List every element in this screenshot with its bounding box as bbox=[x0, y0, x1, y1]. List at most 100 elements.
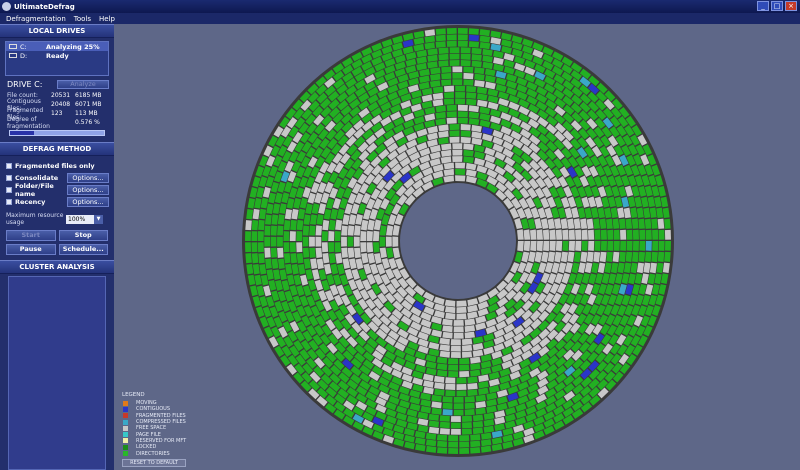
cluster-block bbox=[651, 218, 658, 229]
cluster-block bbox=[458, 117, 469, 124]
cluster-block bbox=[599, 251, 607, 263]
cluster-block bbox=[542, 229, 550, 240]
cluster-block bbox=[459, 435, 470, 442]
progress-fill bbox=[10, 131, 34, 135]
stop-button[interactable]: Stop bbox=[58, 230, 108, 241]
cluster-block bbox=[296, 219, 304, 231]
cluster-block bbox=[264, 214, 272, 225]
cluster-block bbox=[458, 28, 468, 35]
drive-icon bbox=[9, 44, 17, 49]
cluster-block bbox=[245, 242, 252, 253]
cluster-block bbox=[449, 47, 460, 54]
start-button[interactable]: Start bbox=[6, 230, 56, 241]
fragmented-only-row[interactable]: Fragmented files only bbox=[6, 160, 114, 172]
cluster-block bbox=[448, 447, 458, 454]
cluster-block bbox=[245, 231, 252, 241]
cluster-block bbox=[445, 377, 456, 384]
drive-label: DRIVE C: bbox=[7, 80, 43, 89]
cluster-analysis-title: CLUSTER ANALYSIS bbox=[0, 260, 114, 274]
pause-button[interactable]: Pause bbox=[6, 244, 56, 255]
cluster-block bbox=[431, 407, 442, 415]
recency-options-button[interactable]: Options... bbox=[67, 197, 109, 207]
cluster-block bbox=[466, 98, 477, 106]
cluster-block bbox=[467, 382, 478, 390]
app-icon bbox=[2, 2, 11, 11]
disk-cluster-map[interactable] bbox=[114, 24, 800, 470]
folder-file-name-options-button[interactable]: Options... bbox=[67, 185, 109, 195]
cluster-block bbox=[575, 229, 582, 240]
cluster-block bbox=[270, 247, 278, 258]
cluster-block bbox=[664, 241, 671, 251]
cluster-block bbox=[289, 231, 296, 241]
recency-radio[interactable] bbox=[6, 199, 12, 205]
drive-item-d[interactable]: D: Ready bbox=[6, 51, 108, 60]
cluster-block bbox=[459, 441, 470, 448]
cluster-block bbox=[446, 40, 457, 47]
cluster-block bbox=[446, 34, 457, 41]
cluster-block bbox=[251, 242, 258, 253]
cluster-block bbox=[366, 242, 374, 253]
cluster-block bbox=[619, 251, 626, 263]
cluster-block bbox=[446, 104, 457, 112]
reset-to-default-button[interactable]: RESET TO DEFAULT bbox=[122, 459, 186, 467]
cluster-block bbox=[626, 241, 633, 251]
cluster-block bbox=[438, 47, 449, 54]
cluster-block bbox=[517, 229, 524, 240]
maximize-button[interactable]: □ bbox=[771, 1, 783, 11]
cluster-block bbox=[439, 344, 450, 352]
resource-usage-select[interactable]: 100% ▼ bbox=[66, 214, 103, 224]
analyze-button[interactable]: Analyze bbox=[57, 80, 109, 89]
cluster-block bbox=[462, 422, 473, 429]
cluster-block bbox=[549, 241, 556, 251]
cluster-block bbox=[450, 351, 461, 358]
cluster-block bbox=[632, 241, 639, 251]
consolidate-radio[interactable] bbox=[6, 175, 12, 181]
fragmented-only-checkbox[interactable] bbox=[6, 163, 12, 169]
cluster-block bbox=[449, 124, 460, 131]
cluster-block bbox=[460, 47, 471, 54]
cluster-block bbox=[664, 229, 671, 240]
cluster-block bbox=[631, 218, 639, 229]
cluster-block bbox=[443, 92, 454, 99]
folder-file-name-radio[interactable] bbox=[6, 187, 12, 193]
cluster-block bbox=[466, 85, 477, 93]
method-folder-file-name-row[interactable]: Folder/File name Options... bbox=[6, 182, 114, 198]
menu-defragmentation[interactable]: Defragmentation bbox=[6, 15, 66, 23]
drive-status: Ready bbox=[46, 51, 69, 60]
menu-tools[interactable]: Tools bbox=[74, 15, 91, 23]
method-recency-row[interactable]: Recency Options... bbox=[6, 196, 114, 208]
cluster-block bbox=[464, 409, 475, 416]
cluster-block bbox=[439, 428, 450, 435]
cluster-block bbox=[452, 79, 463, 86]
legend-label: PAGE FILE bbox=[136, 431, 161, 438]
cluster-block bbox=[460, 124, 471, 131]
cluster-block bbox=[283, 220, 291, 231]
cluster-block bbox=[644, 218, 652, 229]
cluster-block bbox=[462, 428, 472, 435]
cluster-block bbox=[360, 242, 367, 253]
cluster-block bbox=[625, 251, 633, 262]
cluster-block bbox=[555, 241, 563, 252]
cluster-block bbox=[449, 136, 460, 143]
cluster-block bbox=[334, 242, 341, 253]
cluster-block bbox=[468, 41, 480, 48]
cluster-block bbox=[461, 351, 473, 358]
consolidate-options-button[interactable]: Options... bbox=[67, 173, 109, 183]
cluster-block bbox=[283, 253, 291, 264]
cluster-block bbox=[309, 236, 315, 247]
disk-map-area: LEGEND MOVING CONTIGUOUS FRAGMENTED FILES C… bbox=[114, 24, 800, 470]
drive-item-c[interactable]: C: Analyzing 25% bbox=[6, 42, 108, 51]
cluster-block bbox=[456, 306, 467, 314]
chevron-down-icon[interactable]: ▼ bbox=[94, 214, 103, 224]
minimize-button[interactable]: _ bbox=[757, 1, 769, 11]
close-button[interactable]: × bbox=[785, 1, 797, 11]
cluster-block bbox=[450, 428, 461, 435]
cluster-block bbox=[258, 219, 265, 231]
menu-help[interactable]: Help bbox=[99, 15, 115, 23]
cluster-block bbox=[458, 40, 468, 47]
cluster-block bbox=[341, 236, 347, 247]
schedule-button[interactable]: Schedule... bbox=[58, 244, 108, 255]
cluster-block bbox=[456, 390, 467, 397]
cluster-block bbox=[606, 251, 613, 263]
legend-swatch bbox=[123, 438, 128, 444]
